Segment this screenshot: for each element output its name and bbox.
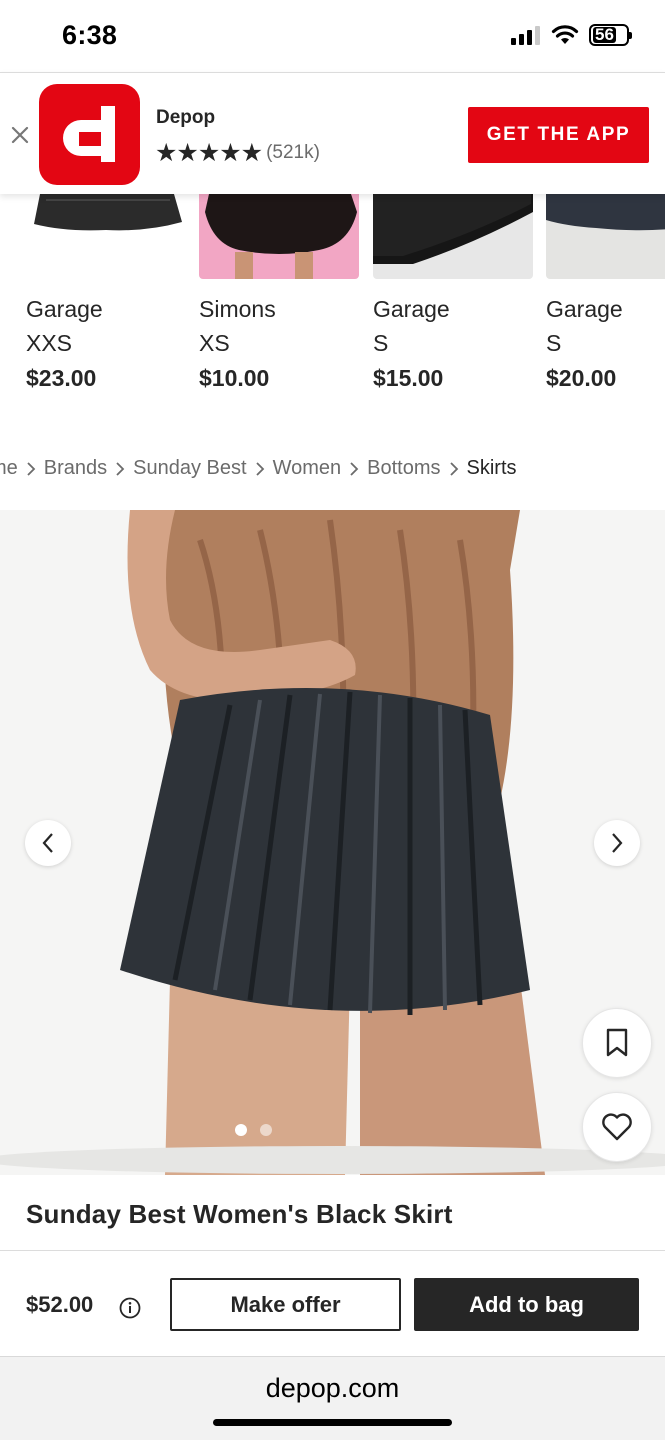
depop-d-glyph-icon: [63, 106, 115, 162]
product-image[interactable]: [0, 510, 665, 1175]
rating-count: (521k): [266, 142, 320, 163]
item-thumbnail[interactable]: [373, 194, 533, 279]
next-image-button[interactable]: [594, 820, 640, 866]
app-download-banner: Depop ★★★★★ (521k) GET THE APP: [0, 72, 665, 194]
breadcrumb-home[interactable]: me: [0, 457, 20, 480]
product-photo: [0, 510, 665, 1175]
breadcrumb-women[interactable]: Women: [271, 457, 344, 480]
chevron-right-icon: [443, 461, 465, 476]
pagination-dot-active[interactable]: [235, 1124, 247, 1136]
item-brand: Garage: [546, 296, 623, 322]
chevron-right-icon: [343, 461, 365, 476]
like-button[interactable]: [582, 1092, 652, 1162]
make-offer-button[interactable]: Make offer: [170, 1278, 401, 1331]
info-icon[interactable]: [119, 1297, 141, 1319]
depop-logo: [39, 84, 140, 185]
chevron-right-icon: [20, 461, 42, 476]
battery-level: 56: [595, 25, 614, 44]
image-pagination-dots: [235, 1124, 272, 1136]
item-price: $15.00: [373, 365, 444, 391]
cellular-signal-icon: [511, 26, 540, 45]
get-the-app-button[interactable]: GET THE APP: [468, 107, 649, 163]
breadcrumb-skirts[interactable]: Skirts: [465, 457, 519, 480]
item-size: XS: [199, 330, 230, 356]
item-price: $20.00: [546, 365, 617, 391]
status-time: 6:38: [62, 20, 118, 50]
home-indicator[interactable]: [213, 1419, 452, 1426]
bookmark-icon: [606, 1028, 628, 1057]
similar-items-carousel: Garage XXS $23.00 Simons XS $10.00 Garag…: [0, 194, 665, 424]
breadcrumb: me Brands Sunday Best Women Bottoms Skir…: [0, 455, 665, 485]
item-brand: Simons: [199, 296, 276, 322]
chevron-right-icon: [612, 833, 623, 853]
add-to-bag-button[interactable]: Add to bag: [414, 1278, 639, 1331]
breadcrumb-sunday-best[interactable]: Sunday Best: [131, 457, 248, 480]
item-thumbnail[interactable]: [26, 194, 186, 279]
star-rating-icon: ★★★★★: [155, 139, 263, 167]
breadcrumb-bottoms[interactable]: Bottoms: [365, 457, 442, 480]
item-brand: Garage: [373, 296, 450, 322]
chevron-right-icon: [249, 461, 271, 476]
wifi-icon: [551, 25, 579, 44]
item-thumbnail[interactable]: [546, 194, 665, 279]
purchase-bar: $52.00 Make offer Add to bag: [0, 1250, 665, 1356]
item-price: $10.00: [199, 365, 270, 391]
chevron-right-icon: [109, 461, 131, 476]
url-text[interactable]: depop.com: [0, 1373, 665, 1404]
close-icon[interactable]: [10, 125, 30, 145]
heart-icon: [602, 1113, 632, 1141]
item-thumbnail[interactable]: [199, 194, 359, 279]
product-title: Sunday Best Women's Black Skirt: [26, 1199, 453, 1229]
chevron-left-icon: [42, 833, 53, 853]
app-name: Depop: [156, 107, 216, 128]
breadcrumb-brands[interactable]: Brands: [42, 457, 109, 480]
status-bar: 6:38 56: [0, 0, 665, 72]
app-rating: ★★★★★ (521k): [155, 139, 320, 167]
pagination-dot[interactable]: [260, 1124, 272, 1136]
item-size: S: [546, 330, 562, 356]
item-brand: Garage: [26, 296, 103, 322]
item-price: $23.00: [26, 365, 97, 391]
status-icons: 56: [511, 24, 632, 46]
product-price: $52.00: [26, 1292, 94, 1317]
item-size: XXS: [26, 330, 73, 356]
battery-icon: 56: [589, 24, 632, 46]
save-bookmark-button[interactable]: [582, 1008, 652, 1078]
previous-image-button[interactable]: [25, 820, 71, 866]
item-size: S: [373, 330, 389, 356]
browser-url-bar[interactable]: depop.com: [0, 1356, 665, 1440]
